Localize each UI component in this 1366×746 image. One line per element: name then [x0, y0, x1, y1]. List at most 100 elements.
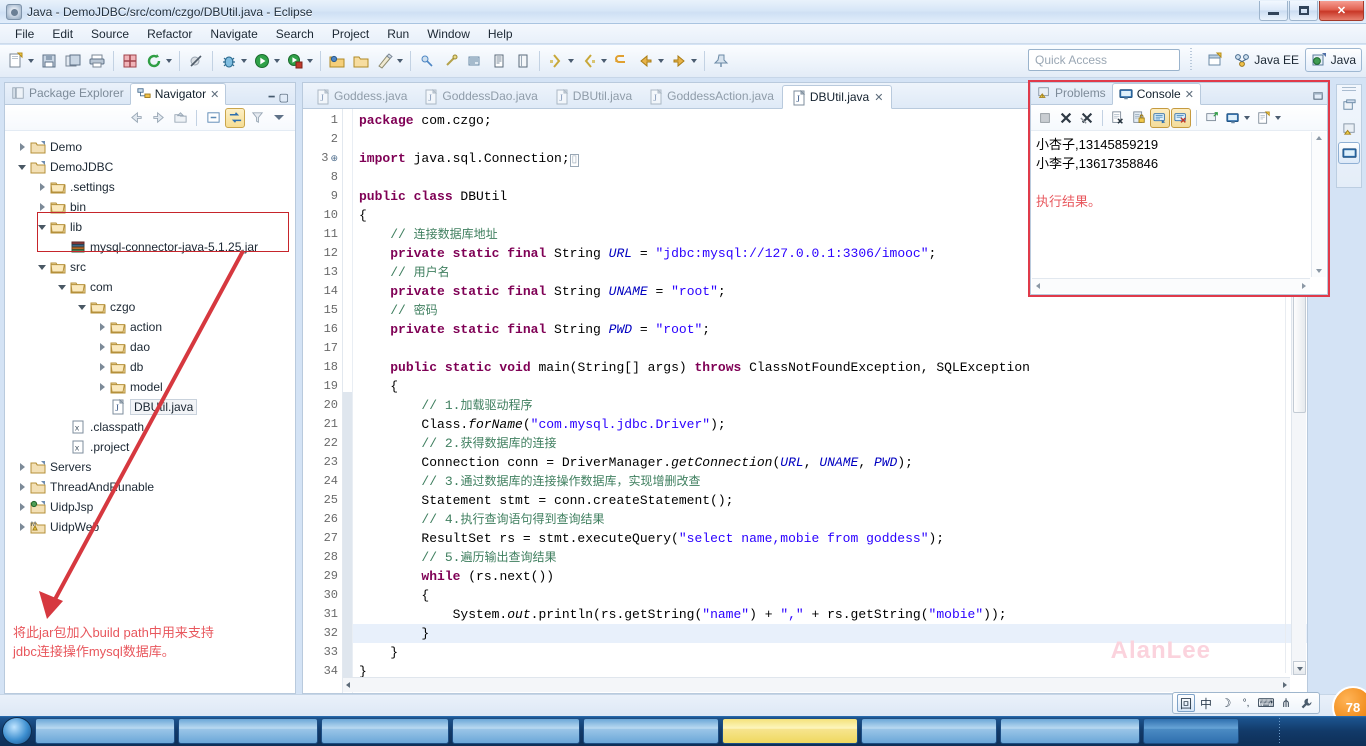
- external-tools-button[interactable]: [284, 50, 306, 72]
- close-button[interactable]: ✕: [1319, 1, 1364, 21]
- tree-row[interactable]: src: [5, 257, 295, 277]
- chevron-down-icon[interactable]: [601, 59, 607, 63]
- debug-bug-button[interactable]: [218, 50, 240, 72]
- tree-row[interactable]: .settings: [5, 177, 295, 197]
- tree-row[interactable]: Servers: [5, 457, 295, 477]
- taskbar-item-7[interactable]: [861, 718, 997, 744]
- chevron-down-icon[interactable]: [77, 301, 89, 313]
- chevron-right-icon[interactable]: [17, 461, 29, 473]
- chevron-down-icon[interactable]: [37, 261, 49, 273]
- editor-tab[interactable]: J Goddess.java: [307, 84, 415, 108]
- tab-problems[interactable]: Problems: [1031, 82, 1112, 104]
- forward-button[interactable]: [148, 108, 168, 128]
- tab-console[interactable]: Console ✕: [1111, 83, 1201, 105]
- clear-console-button[interactable]: [1108, 108, 1128, 128]
- console-fastview-button[interactable]: [1338, 142, 1360, 164]
- ime-chinese-mode-button[interactable]: 中: [1197, 694, 1215, 712]
- tree-row[interactable]: com: [5, 277, 295, 297]
- new-wizard-button[interactable]: [5, 50, 27, 72]
- menu-navigate[interactable]: Navigate: [201, 25, 266, 43]
- ime-punctuation-moon-icon[interactable]: ☽: [1217, 694, 1235, 712]
- editor-tab[interactable]: J GoddessDao.java: [415, 84, 545, 108]
- menu-project[interactable]: Project: [323, 25, 378, 43]
- mark-icon-button[interactable]: [512, 50, 534, 72]
- prev-annotation-button[interactable]: [578, 50, 600, 72]
- ime-soft-keyboard-icon[interactable]: ⌨: [1257, 694, 1275, 712]
- terminate-button[interactable]: [1035, 108, 1055, 128]
- chevron-right-icon[interactable]: [97, 321, 109, 333]
- pin-console-button[interactable]: [1202, 108, 1222, 128]
- ime-speech-icon[interactable]: ⋔: [1277, 694, 1295, 712]
- taskbar-item-5[interactable]: [583, 718, 719, 744]
- menu-file[interactable]: File: [6, 25, 43, 43]
- tree-row[interactable]: model: [5, 377, 295, 397]
- search-icon-button[interactable]: [440, 50, 462, 72]
- chevron-down-icon[interactable]: [57, 281, 69, 293]
- chevron-right-icon[interactable]: [17, 501, 29, 513]
- tab-package-explorer[interactable]: Package Explorer: [5, 82, 130, 104]
- maximize-view-button[interactable]: ▢: [279, 91, 289, 104]
- console-vertical-scrollbar[interactable]: [1311, 132, 1326, 277]
- restore-button[interactable]: [1338, 94, 1360, 116]
- tree-row[interactable]: M UidpWeb: [5, 517, 295, 537]
- chevron-down-icon[interactable]: [568, 59, 574, 63]
- tree-row[interactable]: bin: [5, 197, 295, 217]
- menu-refactor[interactable]: Refactor: [138, 25, 201, 43]
- menu-source[interactable]: Source: [82, 25, 138, 43]
- remove-all-terminated-button[interactable]: [1077, 108, 1097, 128]
- chevron-down-icon[interactable]: [37, 221, 49, 233]
- tree-row[interactable]: x .project: [5, 437, 295, 457]
- problems-fastview-button[interactable]: [1338, 118, 1360, 140]
- chevron-right-icon[interactable]: [37, 201, 49, 213]
- editor-horizontal-scrollbar[interactable]: [343, 677, 1290, 692]
- open-type-button[interactable]: [416, 50, 438, 72]
- build-all-button[interactable]: [119, 50, 141, 72]
- chevron-down-icon[interactable]: [17, 161, 29, 173]
- chevron-right-icon[interactable]: [97, 341, 109, 353]
- open-perspective-button[interactable]: [1202, 48, 1228, 72]
- chevron-right-icon[interactable]: [97, 381, 109, 393]
- start-button[interactable]: [2, 717, 32, 745]
- save-button[interactable]: [38, 50, 60, 72]
- chevron-down-icon[interactable]: [166, 59, 172, 63]
- chevron-down-icon[interactable]: [691, 59, 697, 63]
- tree-row[interactable]: J DBUtil.java: [5, 397, 295, 417]
- scroll-down-arrow[interactable]: [1293, 661, 1306, 675]
- tree-row[interactable]: x .classpath: [5, 417, 295, 437]
- chevron-down-icon[interactable]: [28, 59, 34, 63]
- back-button[interactable]: [126, 108, 146, 128]
- display-selected-console-button[interactable]: [1223, 108, 1243, 128]
- taskbar-item-3[interactable]: [321, 718, 449, 744]
- new-class-button[interactable]: [374, 50, 396, 72]
- minimize-button[interactable]: [1259, 1, 1288, 21]
- refresh-button[interactable]: [143, 50, 165, 72]
- tree-row[interactable]: Demo: [5, 137, 295, 157]
- chevron-down-icon[interactable]: [658, 59, 664, 63]
- tree-row[interactable]: mysql-connector-java-5.1.25.jar: [5, 237, 295, 257]
- remove-launch-button[interactable]: [1056, 108, 1076, 128]
- ime-logo-icon[interactable]: 回: [1177, 694, 1195, 712]
- new-java-project-button[interactable]: [326, 50, 348, 72]
- perspective-java-ee[interactable]: Java EE: [1229, 48, 1304, 72]
- menu-search[interactable]: Search: [267, 25, 323, 43]
- chevron-down-icon[interactable]: [274, 59, 280, 63]
- fast-view-grip[interactable]: [1342, 87, 1356, 92]
- show-console-on-output-button[interactable]: [1150, 107, 1170, 128]
- editor-tab[interactable]: J GoddessAction.java: [640, 84, 782, 108]
- tree-row[interactable]: UidpJsp: [5, 497, 295, 517]
- view-menu-button[interactable]: [269, 108, 289, 128]
- last-edit-location-button[interactable]: [611, 50, 633, 72]
- editor-tab[interactable]: J DBUtil.java: [546, 84, 640, 108]
- minimize-console-button[interactable]: [1309, 86, 1327, 104]
- chevron-right-icon[interactable]: [17, 481, 29, 493]
- close-icon[interactable]: ✕: [874, 91, 883, 104]
- ime-settings-icon[interactable]: [1297, 694, 1315, 712]
- taskbar-item-4[interactable]: [452, 718, 580, 744]
- chevron-right-icon[interactable]: [37, 181, 49, 193]
- show-console-on-error-button[interactable]: [1171, 107, 1191, 128]
- chevron-down-icon[interactable]: [241, 59, 247, 63]
- tree-row[interactable]: lib: [5, 217, 295, 237]
- tree-row[interactable]: DemoJDBC: [5, 157, 295, 177]
- skip-breakpoints-button[interactable]: [185, 50, 207, 72]
- tab-navigator[interactable]: Navigator ✕: [129, 83, 227, 105]
